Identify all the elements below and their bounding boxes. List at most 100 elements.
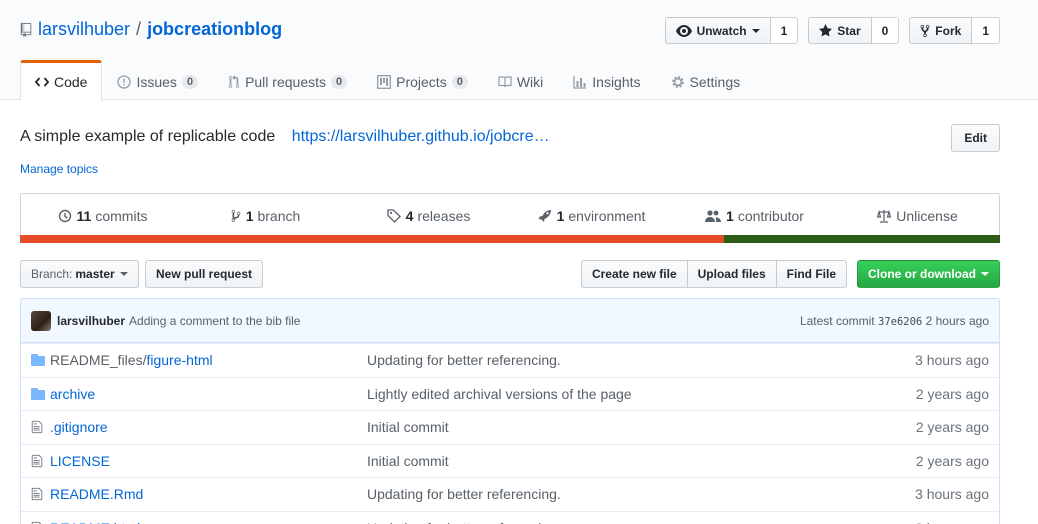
file-row: README.html Updating for better referenci… xyxy=(21,510,999,524)
file-name: .gitignore xyxy=(50,419,108,436)
commit-sha-link[interactable]: 37e6206 xyxy=(878,316,922,328)
file-name-link[interactable]: README.Rmd xyxy=(50,486,143,502)
file-icon xyxy=(31,521,43,524)
edit-button[interactable]: Edit xyxy=(951,124,1000,152)
file-commit-message-link[interactable]: Initial commit xyxy=(367,419,449,435)
language-segment[interactable] xyxy=(723,235,1000,243)
file-commit-message-link[interactable]: Updating for better referencing. xyxy=(367,352,561,368)
language-bar[interactable] xyxy=(20,235,1000,243)
star-button[interactable]: Star xyxy=(808,17,872,44)
branches-link[interactable]: 1 branch xyxy=(184,194,347,238)
tab-code[interactable]: Code xyxy=(20,60,103,101)
tag-icon xyxy=(386,209,401,223)
file-row: archive Lightly edited archival versions … xyxy=(21,376,999,410)
file-commit-message-link[interactable]: Lightly edited archival versions of the … xyxy=(367,386,632,402)
file-commit-message-link[interactable]: Initial commit xyxy=(367,453,449,469)
file-age: 3 hours ago xyxy=(915,486,989,503)
watch-count[interactable]: 1 xyxy=(770,17,799,44)
environment-count: 1 xyxy=(556,208,565,224)
tab-settings[interactable]: Settings xyxy=(656,60,756,100)
contributors-link[interactable]: 1 contributor xyxy=(673,194,836,238)
repo-description: A simple example of replicable code http… xyxy=(20,128,550,146)
file-age: 3 hours ago xyxy=(915,352,989,369)
find-file-button[interactable]: Find File xyxy=(775,260,847,288)
language-segment[interactable] xyxy=(20,235,724,243)
tab-label: Issues xyxy=(136,73,177,90)
license-link[interactable]: Unlicense xyxy=(836,194,999,238)
graph-icon xyxy=(573,75,587,89)
file-icon xyxy=(31,487,43,504)
tab-counter: 0 xyxy=(451,74,468,89)
people-icon xyxy=(705,210,722,222)
file-age: 2 years ago xyxy=(915,419,989,436)
branch-select-button[interactable]: Branch: master xyxy=(20,260,139,288)
file-name-link[interactable]: .gitignore xyxy=(50,419,108,435)
chevron-down-icon xyxy=(119,272,128,276)
tab-issues[interactable]: Issues 0 xyxy=(102,60,213,100)
file-name-link[interactable]: README_files/figure-html xyxy=(50,352,213,368)
fork-label: Fork xyxy=(935,23,962,38)
file-name-link[interactable]: LICENSE xyxy=(50,453,110,469)
file-commit-message-link[interactable]: Updating for better referencing. xyxy=(367,520,561,524)
chevron-down-icon xyxy=(751,28,760,33)
avatar[interactable] xyxy=(31,310,51,331)
upload-files-button[interactable]: Upload files xyxy=(686,260,777,288)
unwatch-label: Unwatch xyxy=(696,23,747,38)
tab-insights[interactable]: Insights xyxy=(558,60,655,100)
file-list: larsvilhuber Adding a comment to the bib… xyxy=(20,298,1000,524)
gear-icon xyxy=(671,75,684,88)
repo-name-link[interactable]: jobcreationblog xyxy=(147,19,282,40)
tab-pull-requests[interactable]: Pull requests 0 xyxy=(213,60,362,100)
file-row: README_files/figure-html Updating for bet… xyxy=(21,343,999,377)
file-commit-message-link[interactable]: Updating for better referencing. xyxy=(367,486,561,502)
file-age: 2 years ago xyxy=(915,385,989,402)
tab-label: Projects xyxy=(396,73,447,90)
contributor-label: contributor xyxy=(737,208,804,224)
tab-counter: 0 xyxy=(181,74,199,89)
repo-separator: / xyxy=(136,19,142,39)
file-age: 2 years ago xyxy=(915,452,989,469)
repo-icon xyxy=(20,22,32,37)
file-path-prefix: README_files/ xyxy=(50,352,147,369)
fork-count[interactable]: 1 xyxy=(972,17,1000,44)
tab-label: Code xyxy=(54,74,88,90)
folder-icon xyxy=(31,387,45,403)
branch-label: branch xyxy=(257,208,301,224)
file-name-link[interactable]: archive xyxy=(50,386,95,402)
latest-commit-info: Latest commit 37e6206 2 hours ago xyxy=(800,314,989,328)
repo-header: larsvilhuber / jobcreationblog Unwatch 1… xyxy=(0,0,1038,101)
eye-icon xyxy=(675,24,692,37)
commit-author-link[interactable]: larsvilhuber xyxy=(57,314,125,328)
tab-projects[interactable]: Projects 0 xyxy=(362,60,483,100)
commits-link[interactable]: 11 commits xyxy=(21,194,184,238)
fork-group: Fork 1 xyxy=(909,17,1000,44)
folder-icon xyxy=(31,353,45,369)
file-name-link[interactable]: README.html xyxy=(50,520,140,524)
clone-or-download-button[interactable]: Clone or download xyxy=(857,260,1000,288)
star-count[interactable]: 0 xyxy=(871,17,900,44)
tab-wiki[interactable]: Wiki xyxy=(483,60,558,100)
file-icon xyxy=(31,454,43,471)
commit-message-link[interactable]: Adding a comment to the bib file xyxy=(129,314,300,328)
branch-name: master xyxy=(75,267,115,281)
manage-topics-link[interactable]: Manage topics xyxy=(20,162,98,176)
rocket-icon xyxy=(538,210,551,222)
star-label: Star xyxy=(837,23,861,38)
fork-button[interactable]: Fork xyxy=(909,17,973,44)
new-pull-request-button[interactable]: New pull request xyxy=(145,260,264,288)
releases-count: 4 xyxy=(405,208,414,224)
tab-label: Settings xyxy=(689,73,741,90)
releases-label: releases xyxy=(417,208,471,224)
file-row: LICENSE Initial commit 2 years ago xyxy=(21,443,999,477)
environments-link[interactable]: 1 environment xyxy=(510,194,673,238)
unwatch-button[interactable]: Unwatch xyxy=(664,17,771,44)
releases-link[interactable]: 4 releases xyxy=(347,194,510,238)
repo-owner-link[interactable]: larsvilhuber xyxy=(38,19,130,40)
book-icon xyxy=(498,75,512,87)
file-name: figure-html xyxy=(146,352,213,369)
latest-commit-bar: larsvilhuber Adding a comment to the bib… xyxy=(21,299,999,343)
project-icon xyxy=(377,74,392,89)
repo-title: larsvilhuber / jobcreationblog xyxy=(20,19,282,40)
create-new-file-button[interactable]: Create new file xyxy=(580,260,688,288)
homepage-link[interactable]: https://larsvilhuber.github.io/jobcre… xyxy=(292,128,550,145)
